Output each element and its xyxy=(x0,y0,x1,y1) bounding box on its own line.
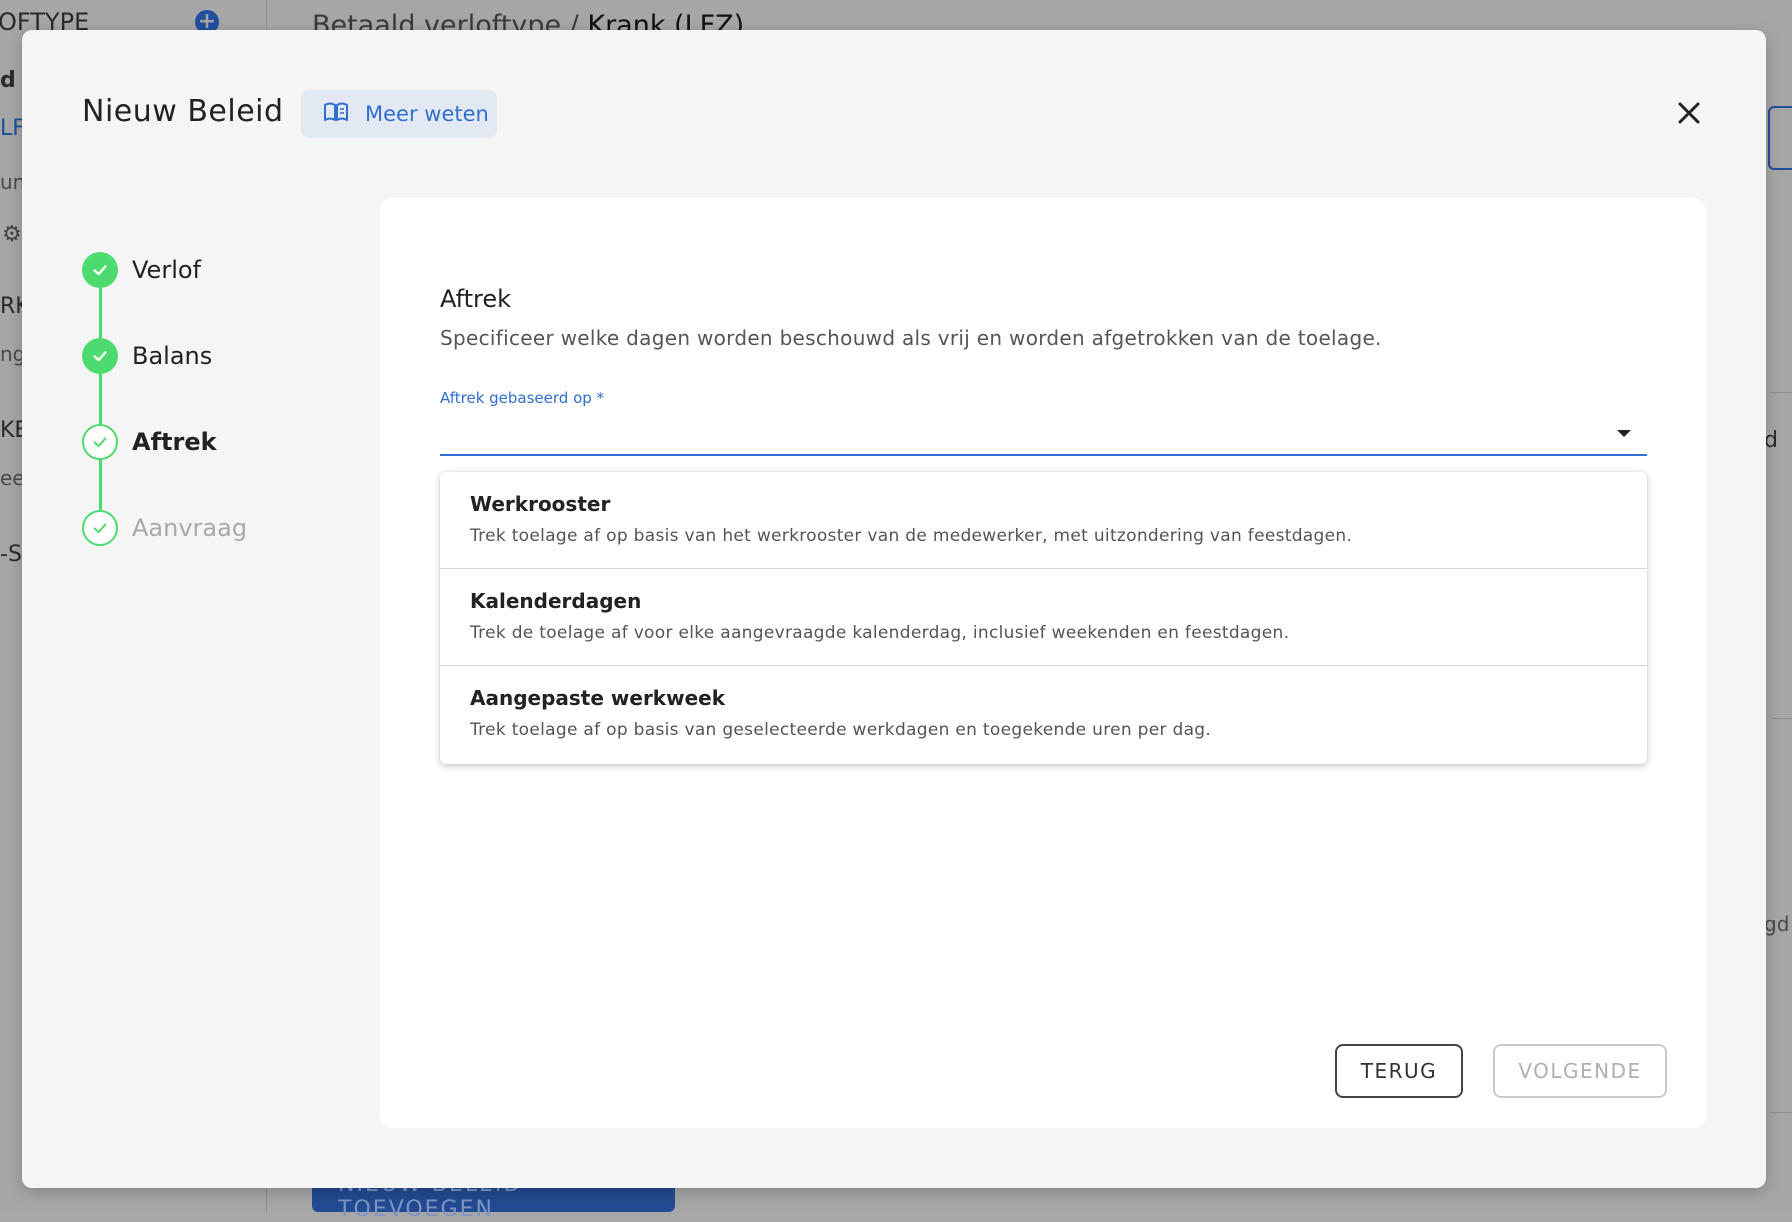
step-aftrek[interactable]: Aftrek xyxy=(82,424,217,460)
option-title: Werkrooster xyxy=(470,492,611,516)
step-label: Verlof xyxy=(132,256,201,284)
option-kalenderdagen[interactable]: Kalenderdagen Trek de toelage af voor el… xyxy=(440,569,1647,666)
step-label: Aanvraag xyxy=(132,514,248,542)
new-policy-modal: Nieuw Beleid Meer weten Verlof Balans Af… xyxy=(22,30,1766,1188)
bg-right-fragment: d xyxy=(1764,428,1778,453)
section-description: Specificeer welke dagen worden beschouwd… xyxy=(440,326,1382,350)
option-description: Trek de toelage af voor elke aangevraagd… xyxy=(470,623,1290,643)
check-icon xyxy=(82,424,118,460)
section-title: Aftrek xyxy=(440,285,512,313)
next-button[interactable]: VOLGENDE xyxy=(1493,1044,1667,1098)
deduction-basis-label: Aftrek gebaseerd op * xyxy=(440,389,605,407)
close-icon[interactable] xyxy=(1672,96,1706,130)
bg-right-control xyxy=(1768,106,1792,170)
deduction-basis-select[interactable] xyxy=(440,410,1647,456)
bg-gear-icon: ⚙ xyxy=(2,222,22,247)
open-book-icon xyxy=(323,101,349,127)
option-title: Kalenderdagen xyxy=(470,589,642,613)
option-title: Aangepaste werkweek xyxy=(470,686,726,710)
bg-sidebar-item: -S xyxy=(0,542,22,567)
option-description: Trek toelage af op basis van geselecteer… xyxy=(470,720,1212,740)
learn-more-button[interactable]: Meer weten xyxy=(301,90,497,138)
step-balans[interactable]: Balans xyxy=(82,338,212,374)
deduction-basis-menu: Werkrooster Trek toelage af op basis van… xyxy=(440,472,1647,764)
option-aangepaste-werkweek[interactable]: Aangepaste werkweek Trek toelage af op b… xyxy=(440,666,1647,763)
option-werkrooster[interactable]: Werkrooster Trek toelage af op basis van… xyxy=(440,472,1647,569)
check-icon xyxy=(82,338,118,374)
step-connector xyxy=(98,288,102,338)
step-label: Balans xyxy=(132,342,213,370)
step-content-card: Aftrek Specificeer welke dagen worden be… xyxy=(380,198,1706,1128)
step-connector xyxy=(98,460,102,510)
bg-divider xyxy=(1770,392,1792,393)
modal-title: Nieuw Beleid xyxy=(82,94,284,129)
bg-right-fragment: gd xyxy=(1764,912,1790,936)
bg-sidebar-item: d xyxy=(0,68,16,93)
step-connector xyxy=(98,374,102,424)
check-icon xyxy=(82,252,118,288)
step-aanvraag[interactable]: Aanvraag xyxy=(82,510,247,546)
step-label: Aftrek xyxy=(132,428,217,456)
caret-down-icon xyxy=(1617,430,1631,437)
learn-more-label: Meer weten xyxy=(365,102,489,126)
back-button[interactable]: TERUG xyxy=(1335,1044,1463,1098)
bg-divider xyxy=(1770,1112,1792,1113)
progress-stepper: Verlof Balans Aftrek Aanvraag xyxy=(82,252,342,552)
step-verlof[interactable]: Verlof xyxy=(82,252,201,288)
option-description: Trek toelage af op basis van het werkroo… xyxy=(470,526,1353,546)
bg-divider xyxy=(1770,718,1792,719)
bg-sidebar-item: ee xyxy=(0,466,25,490)
check-icon xyxy=(82,510,118,546)
